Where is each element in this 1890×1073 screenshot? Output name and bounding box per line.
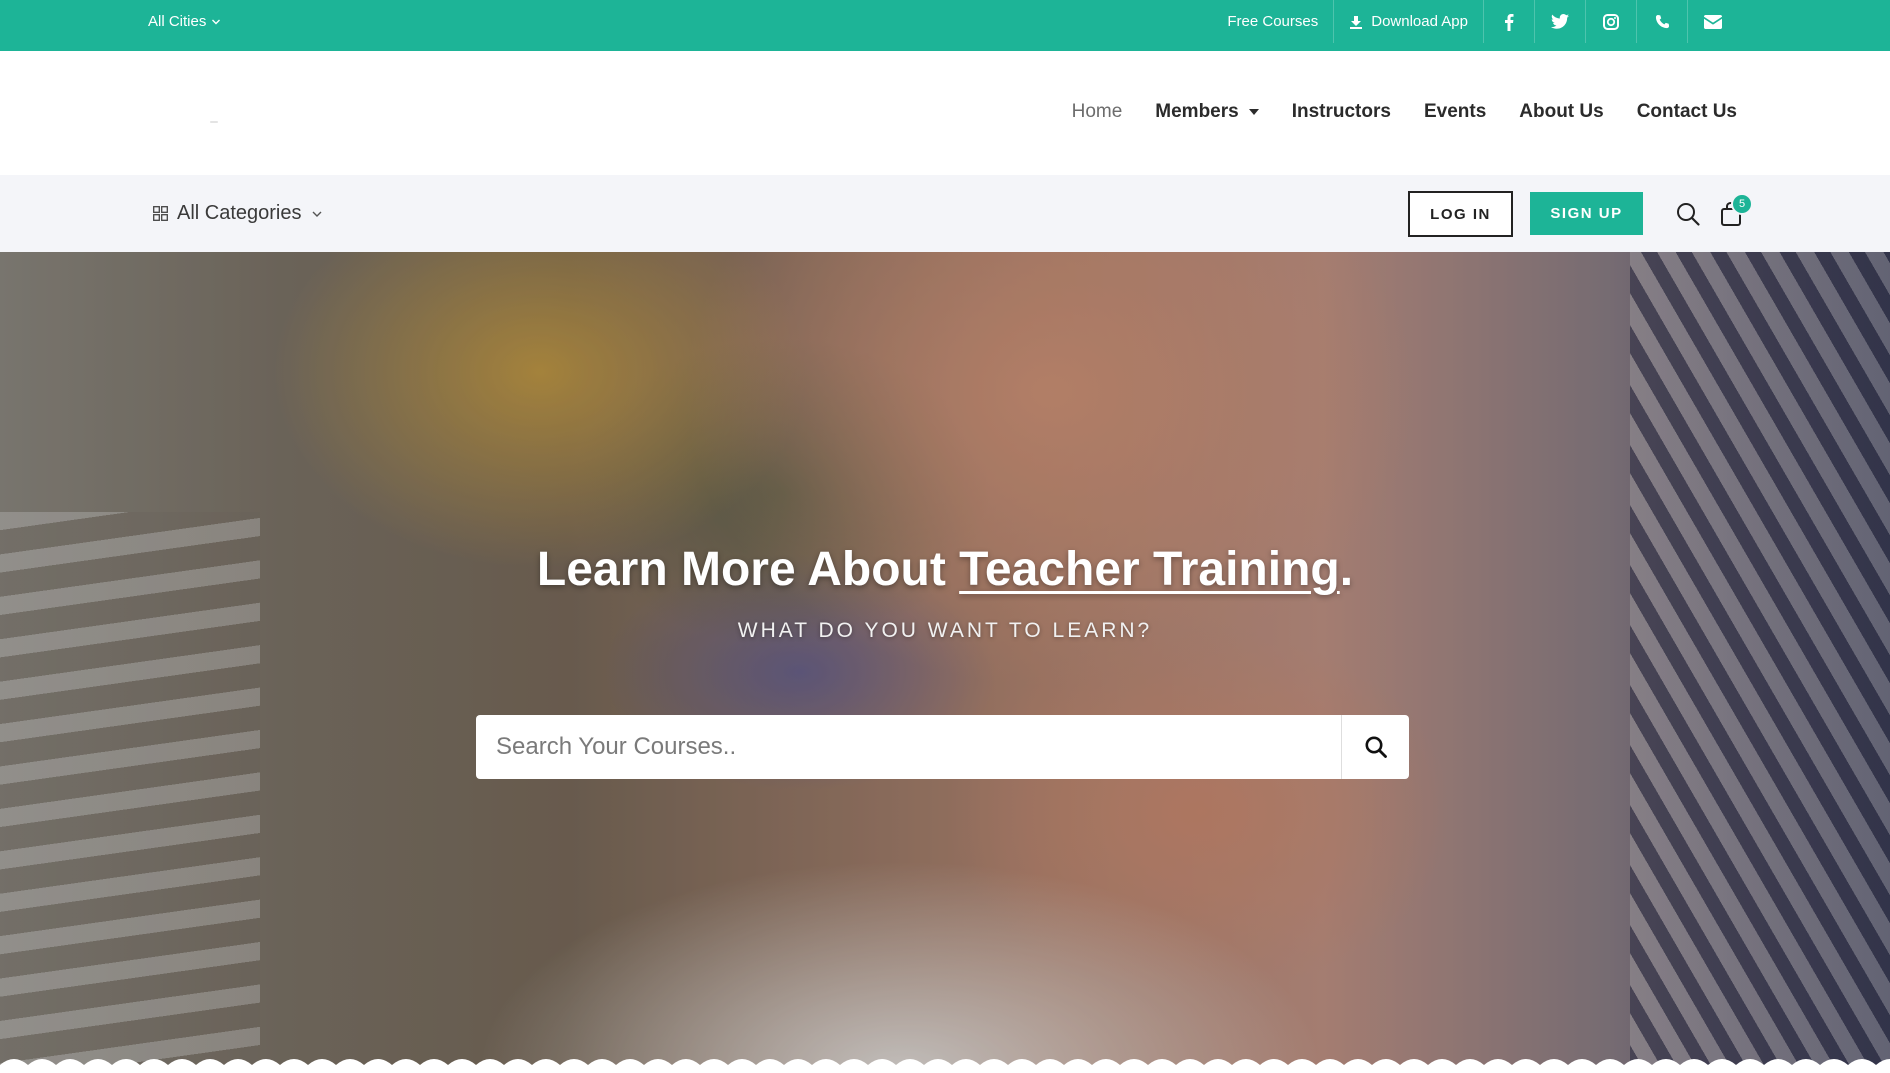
course-search-input[interactable] [476,715,1342,779]
search-icon [1677,203,1700,226]
course-search-box [476,715,1409,779]
nav-item-about-us[interactable]: About Us [1519,101,1603,123]
nav-item-home[interactable]: Home [1072,101,1123,123]
twitter-icon [1551,14,1569,29]
nav-menu: Home Members Instructors Events About Us… [1072,51,1737,173]
nav-item-contact-us[interactable]: Contact Us [1637,101,1737,123]
envelope-icon [1704,14,1722,29]
download-icon [1350,15,1363,29]
hero-subtitle: WHAT DO YOU WANT TO LEARN? [737,619,1153,642]
download-app-link[interactable]: Download App [1333,0,1483,43]
hero-title-highlight: Teacher Training [959,543,1340,596]
top-bar-links: Free Courses Download App [1212,0,1738,43]
hero-wave-divider [0,1059,1890,1073]
caret-down-icon [1248,109,1259,115]
cart-count-badge: 5 [1731,193,1753,215]
hero-overlay [0,252,1890,1073]
all-categories-dropdown[interactable]: All Categories [153,175,323,252]
nav-item-members[interactable]: Members [1155,101,1259,123]
course-search-button[interactable] [1342,715,1409,779]
nav-item-label: About Us [1519,101,1604,122]
instagram-link[interactable] [1585,0,1636,43]
grid-icon [153,206,168,221]
hero-title-suffix: . [1339,543,1354,596]
city-selector[interactable]: All Cities [148,0,221,43]
all-categories-label: All Categories [177,202,302,224]
phone-link[interactable] [1636,0,1687,43]
download-app-label: Download App [1371,13,1468,30]
hero-title: Learn More About Teacher Training. [0,542,1890,597]
email-link[interactable] [1687,0,1738,43]
nav-item-label: Instructors [1291,101,1391,122]
hero-title-prefix: Learn More About [536,543,960,596]
main-navigation: Home Members Instructors Events About Us… [0,51,1890,175]
free-courses-label: Free Courses [1227,13,1319,30]
chevron-down-icon [312,211,322,217]
site-logo[interactable] [210,121,218,123]
nav-item-events[interactable]: Events [1424,101,1486,123]
nav-item-label: Members [1155,101,1239,122]
instagram-icon [1603,13,1619,30]
facebook-link[interactable] [1483,0,1534,43]
top-bar: All Cities Free Courses Download App [0,0,1890,51]
phone-icon [1655,14,1669,29]
nav-item-label: Home [1071,101,1123,122]
nav-item-label: Contact Us [1636,101,1737,122]
chevron-down-icon [212,19,221,24]
city-label: All Cities [148,13,207,30]
facebook-icon [1505,13,1514,31]
nav-item-label: Events [1423,101,1487,122]
twitter-link[interactable] [1534,0,1585,43]
signup-button[interactable]: SIGN UP [1530,192,1643,235]
hero-banner: Learn More About Teacher Training. WHAT … [0,252,1890,1073]
nav-item-instructors[interactable]: Instructors [1292,101,1391,123]
free-courses-link[interactable]: Free Courses [1212,0,1333,43]
header-search-button[interactable] [1675,201,1701,227]
search-icon [1365,736,1387,758]
login-button[interactable]: LOG IN [1408,191,1513,237]
